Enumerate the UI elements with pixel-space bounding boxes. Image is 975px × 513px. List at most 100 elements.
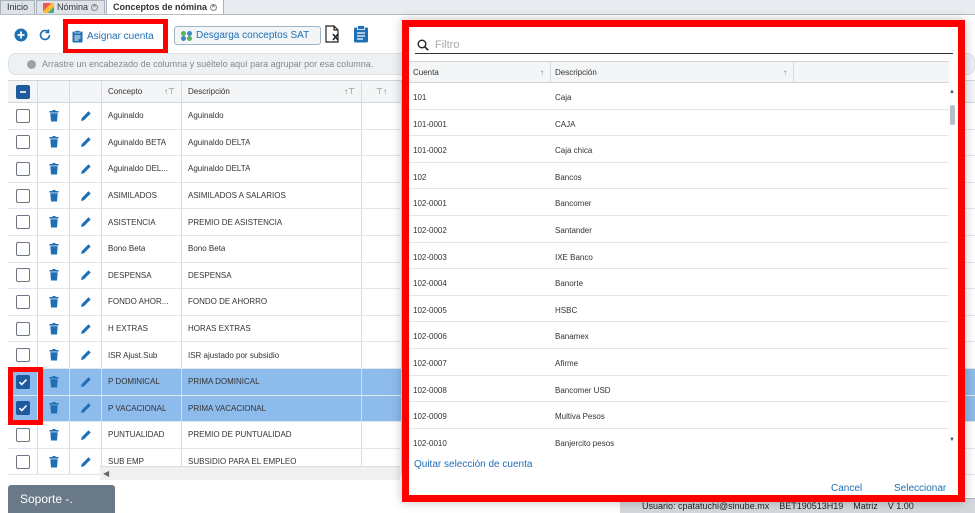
header-edit-col — [70, 81, 102, 102]
filter-placeholder: Filtro — [435, 38, 460, 51]
delete-icon[interactable] — [49, 162, 59, 175]
scroll-left-icon[interactable]: ◀ — [103, 469, 109, 478]
edit-pencil-icon[interactable] — [80, 296, 92, 308]
scroll-thumb[interactable] — [950, 105, 955, 125]
delete-icon[interactable] — [49, 455, 59, 468]
tab-inicio[interactable]: Inicio — [0, 0, 36, 14]
row-descripcion-cell: PREMIO DE PUNTUALIDAD — [182, 422, 362, 448]
row-checkbox[interactable] — [15, 268, 30, 283]
edit-pencil-icon[interactable] — [80, 429, 92, 441]
account-row[interactable]: 102-0010 Banjercito pesos — [409, 429, 949, 451]
header-select-col — [8, 81, 38, 102]
edit-pencil-icon[interactable] — [80, 376, 92, 388]
row-checkbox[interactable] — [15, 348, 30, 363]
export-excel-icon[interactable] — [324, 25, 342, 43]
row-checkbox[interactable] — [15, 401, 30, 416]
scroll-down-icon[interactable]: ▼ — [949, 437, 955, 443]
add-icon[interactable] — [13, 27, 29, 43]
account-row[interactable]: 101-0001 CAJA — [409, 110, 949, 137]
edit-pencil-icon[interactable] — [80, 456, 92, 468]
row-checkbox[interactable] — [15, 188, 30, 203]
refresh-icon[interactable] — [37, 27, 53, 43]
cuenta-descripcion-value: Banorte — [555, 279, 584, 289]
delete-icon[interactable] — [49, 242, 59, 255]
delete-icon[interactable] — [49, 136, 59, 148]
support-button[interactable]: Soporte -. — [8, 485, 115, 513]
delete-icon[interactable] — [49, 216, 59, 228]
accounts-vertical-scrollbar[interactable]: ▲ ▼ — [949, 83, 957, 451]
row-checkbox[interactable] — [15, 427, 30, 442]
cuenta-descripcion-value: Bancomer — [555, 199, 592, 209]
account-row[interactable]: 102-0003 IXE Banco — [409, 243, 949, 270]
account-row[interactable]: 102 Bancos — [409, 163, 949, 190]
clipboard-list-icon[interactable] — [353, 25, 369, 43]
cancel-button[interactable]: Cancel — [831, 483, 862, 494]
edit-pencil-icon[interactable] — [80, 402, 92, 414]
edit-pencil-icon[interactable] — [80, 136, 92, 148]
header-extra-col[interactable]: ⊤↑ — [362, 81, 402, 102]
row-checkbox[interactable] — [15, 161, 30, 176]
scroll-up-icon[interactable]: ▲ — [949, 89, 955, 95]
account-row[interactable]: 102-0001 Bancomer — [409, 189, 949, 216]
sort-filter-icon[interactable]: ↑⊤ — [344, 87, 355, 96]
header-concepto[interactable]: Concepto ↑⊤ — [102, 81, 182, 102]
sort-filter-icon[interactable]: ↑⊤ — [164, 87, 175, 96]
account-row[interactable]: 102-0006 Banamex — [409, 322, 949, 349]
close-icon[interactable]: × — [210, 3, 218, 11]
account-row[interactable]: 101 Caja — [409, 83, 949, 110]
row-checkbox[interactable] — [15, 135, 30, 150]
account-row[interactable]: 102-0007 Afirme — [409, 349, 949, 376]
close-icon[interactable]: × — [91, 4, 99, 11]
tab-nomina[interactable]: Nómina × — [36, 0, 106, 14]
delete-icon[interactable] — [49, 375, 59, 388]
edit-pencil-icon[interactable] — [80, 163, 92, 175]
clear-account-link[interactable]: Quitar selección de cuenta — [414, 459, 532, 470]
row-checkbox[interactable] — [15, 215, 30, 230]
select-all-checkbox[interactable] — [15, 84, 30, 99]
select-button[interactable]: Seleccionar — [894, 483, 946, 494]
concepto-value: Bono Beta — [108, 244, 146, 254]
delete-icon[interactable] — [49, 428, 59, 441]
concepto-value: Aguinaldo BETA — [108, 137, 167, 147]
row-delete-cell — [38, 182, 70, 209]
delete-icon[interactable] — [49, 189, 59, 202]
edit-pencil-icon[interactable] — [80, 110, 92, 122]
account-row[interactable]: 102-0008 Bancomer USD — [409, 376, 949, 403]
sort-icon[interactable]: ↑ — [540, 68, 544, 77]
download-sat-button[interactable]: Desgarga conceptos SAT — [174, 26, 321, 45]
edit-pencil-icon[interactable] — [80, 216, 92, 228]
delete-icon[interactable] — [49, 322, 59, 335]
header-descripcion[interactable]: Descripción ↑⊤ — [182, 81, 362, 102]
account-row[interactable]: 102-0002 Santander — [409, 216, 949, 243]
header-descripcion-cuenta[interactable]: Descripción ↑ — [551, 62, 794, 82]
account-row[interactable]: 101-0002 Caja chica — [409, 136, 949, 163]
tab-conceptos[interactable]: Conceptos de nómina × — [106, 0, 225, 14]
sort-filter-icon[interactable]: ⊤↑ — [376, 87, 387, 96]
edit-pencil-icon[interactable] — [80, 269, 92, 281]
delete-icon[interactable] — [49, 402, 59, 414]
delete-icon[interactable] — [49, 295, 59, 308]
delete-icon[interactable] — [49, 349, 59, 361]
delete-icon[interactable] — [49, 269, 59, 281]
edit-pencil-icon[interactable] — [80, 190, 92, 202]
sort-icon[interactable]: ↑ — [783, 68, 787, 77]
edit-pencil-icon[interactable] — [80, 349, 92, 361]
row-checkbox[interactable] — [15, 454, 30, 469]
account-row[interactable]: 102-0004 Banorte — [409, 269, 949, 296]
filter-field[interactable]: Filtro — [415, 36, 953, 54]
row-select-cell — [8, 448, 38, 475]
cuenta-value: 102-0009 — [413, 412, 447, 422]
edit-pencil-icon[interactable] — [80, 243, 92, 255]
delete-icon[interactable] — [49, 109, 59, 122]
edit-pencil-icon[interactable] — [80, 323, 92, 335]
row-checkbox[interactable] — [15, 294, 30, 309]
horizontal-scrollbar[interactable]: ◀ — [100, 466, 400, 480]
account-row[interactable]: 102-0009 Multiva Pesos — [409, 402, 949, 429]
account-row[interactable]: 102-0005 HSBC — [409, 296, 949, 323]
row-checkbox[interactable] — [15, 321, 30, 336]
header-cuenta[interactable]: Cuenta ↑ — [409, 62, 551, 82]
assign-account-button[interactable]: Asignar cuenta — [63, 19, 168, 54]
row-checkbox[interactable] — [15, 108, 30, 123]
row-checkbox[interactable] — [15, 374, 30, 389]
row-checkbox[interactable] — [15, 241, 30, 256]
